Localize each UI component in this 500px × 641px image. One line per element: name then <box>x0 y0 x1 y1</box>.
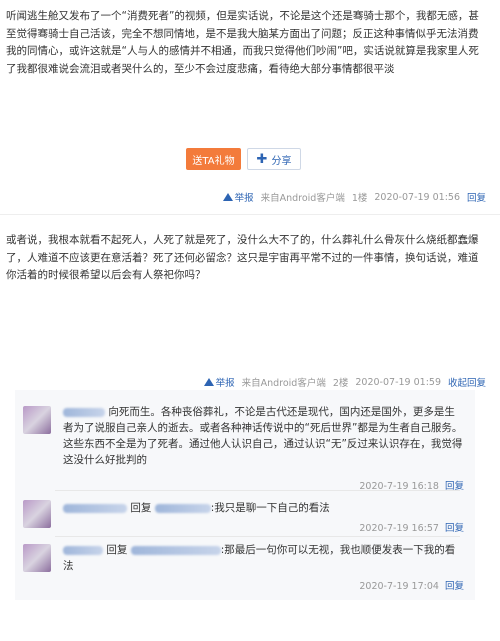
reply-divider <box>55 536 460 537</box>
post-time: 2020-07-19 01:59 <box>355 376 441 388</box>
reply-text: 向死而生。各种丧俗葬礼，不论是古代还是现代，国内还是国外，更多是生者为了说服自己… <box>63 406 463 466</box>
reply-link[interactable]: 回复 <box>445 581 464 592</box>
reply-divider <box>55 490 460 491</box>
avatar[interactable] <box>23 544 51 572</box>
avatar[interactable] <box>23 500 51 528</box>
post-content-1: 听闻逃生舱又发布了一个“消费死者”的视频，但是实话说，不论是这个还是骞骑士那个，… <box>6 10 479 75</box>
post-divider <box>0 214 500 215</box>
reply-link[interactable]: 回复 <box>445 523 464 534</box>
post-content-2: 或者说，我根本就看不起死人，人死了就是死了，没什么大不了的，什么葬礼什么骨灰什么… <box>6 234 479 281</box>
floor-label: 1楼 <box>351 193 368 204</box>
reply-list: 向死而生。各种丧俗葬礼，不论是古代还是现代，国内还是国外，更多是生者为了说服自己… <box>15 390 475 600</box>
username-blurred[interactable] <box>63 407 105 417</box>
share-label: 分享 <box>271 155 292 167</box>
post-meta-2: 举报 来自Android客户端 2楼 2020-07-19 01:59 收起回复 <box>203 375 486 389</box>
username-blurred[interactable] <box>63 545 103 555</box>
send-gift-button[interactable]: 送TA礼物 <box>186 148 241 170</box>
warning-icon <box>203 378 214 386</box>
reply-text: :我只是聊一下自己的看法 <box>210 502 330 514</box>
plus-icon: ✚ <box>256 151 268 167</box>
source-label: 来自Android客户端 <box>241 378 326 389</box>
reply-time: 2020-7-19 16:57 回复 <box>359 523 464 534</box>
post-time: 2020-07-19 01:56 <box>374 191 460 203</box>
reply-link[interactable]: 回复 <box>467 190 486 204</box>
warning-icon <box>222 193 233 201</box>
collapse-replies-link[interactable]: 收起回复 <box>448 375 486 389</box>
share-button[interactable]: ✚ 分享 <box>247 148 301 170</box>
reply-target-blurred[interactable] <box>130 545 221 555</box>
report-link[interactable]: 举报 <box>222 190 254 204</box>
reply-time: 2020-7-19 17:04 回复 <box>359 581 464 592</box>
source-label: 来自Android客户端 <box>260 193 345 204</box>
floor-label: 2楼 <box>332 378 349 389</box>
reply-target-blurred[interactable] <box>154 503 211 513</box>
post-meta-1: 举报 来自Android客户端 1楼 2020-07-19 01:56 回复 <box>222 190 486 204</box>
avatar[interactable] <box>23 406 51 434</box>
username-blurred[interactable] <box>63 503 127 513</box>
report-link[interactable]: 举报 <box>203 375 235 389</box>
post-actions: 送TA礼物 ✚ 分享 <box>186 148 301 170</box>
